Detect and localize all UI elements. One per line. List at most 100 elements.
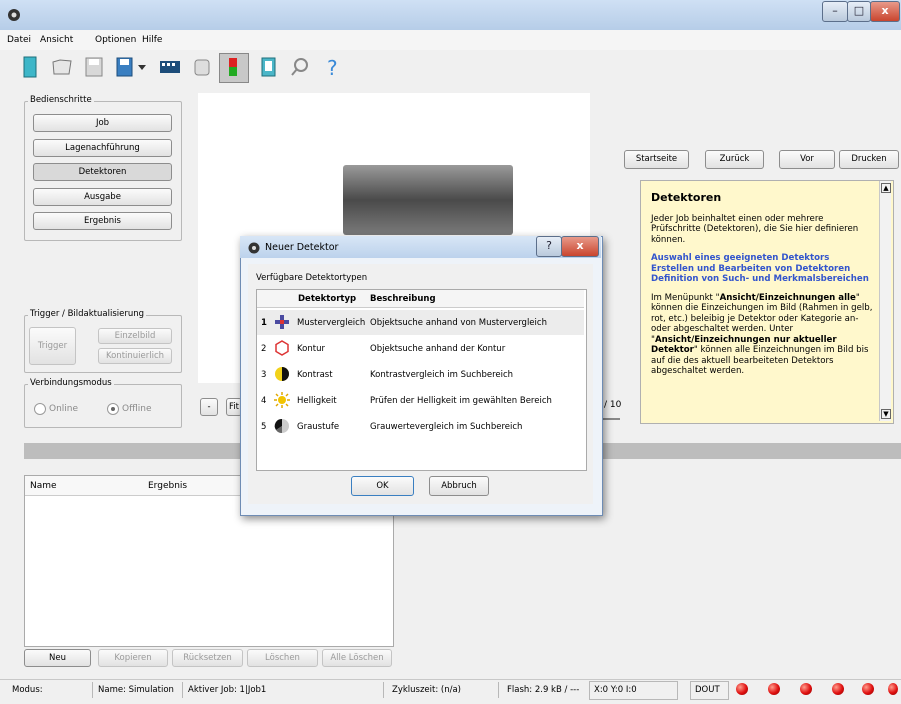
trigger-group-title: Trigger / Bildaktualisierung <box>28 309 146 319</box>
single-image-button[interactable]: Einzelbild <box>98 328 172 344</box>
camera-image <box>343 165 513 235</box>
status-led-icon <box>862 683 874 695</box>
close-button[interactable]: x <box>870 1 900 22</box>
reset-button[interactable]: Rücksetzen <box>172 649 243 667</box>
offline-radio[interactable] <box>107 403 119 415</box>
dialog-app-icon <box>248 242 260 254</box>
status-flash: Flash: 2.9 kB / --- <box>507 685 580 695</box>
row-number: 4 <box>261 396 267 406</box>
help-link-definition[interactable]: Definition von Such- und Merkmalsbereich… <box>651 274 875 285</box>
results-col-result[interactable]: Ergebnis <box>148 481 187 491</box>
cross-icon <box>275 315 289 329</box>
status-coords: X:0 Y:0 I:0 <box>594 685 637 695</box>
online-radio[interactable] <box>34 403 46 415</box>
row-description: Objektsuche anhand von Mustervergleich <box>370 318 547 328</box>
status-led-icon <box>888 683 898 695</box>
scroll-up-icon[interactable]: ▲ <box>881 183 891 193</box>
ok-button[interactable]: OK <box>351 476 414 496</box>
help-paragraph: Im Menüpunkt "Ansicht/Einzeichnungen all… <box>651 293 875 377</box>
status-name: Name: Simulation <box>98 685 174 695</box>
results-col-name[interactable]: Name <box>30 481 57 491</box>
status-led-icon <box>800 683 812 695</box>
scroll-down-icon[interactable]: ▼ <box>881 409 891 419</box>
row-number: 5 <box>261 422 267 432</box>
help-text-b: Ansicht/Einzeichnungen alle <box>719 292 856 303</box>
svg-text:?: ? <box>327 56 338 79</box>
save-icon[interactable] <box>82 55 106 79</box>
help-content: Detektoren Jeder Job beinhaltet einen od… <box>651 192 875 377</box>
home-button[interactable]: Startseite <box>624 150 689 169</box>
row-type: Helligkeit <box>297 396 337 406</box>
status-led-icon <box>768 683 780 695</box>
book-icon[interactable] <box>256 55 280 79</box>
row-number: 2 <box>261 344 267 354</box>
maximize-button[interactable]: □ <box>847 1 871 22</box>
new-file-icon[interactable] <box>18 55 42 79</box>
save-as-icon[interactable] <box>114 55 138 79</box>
search-icon[interactable] <box>288 55 312 79</box>
print-button[interactable]: Drucken <box>839 150 899 169</box>
menu-hilfe[interactable]: Hilfe <box>142 35 162 45</box>
row-type: Kontur <box>297 344 325 354</box>
menu-optionen[interactable]: Optionen <box>95 35 136 45</box>
col-detector-type[interactable]: Detektortyp <box>298 294 356 304</box>
step-job-button[interactable]: Job <box>33 114 172 132</box>
zoom-out-button[interactable]: - <box>200 398 218 416</box>
film-strip-icon[interactable] <box>158 55 182 79</box>
row-number: 1 <box>261 318 267 328</box>
camera-icon[interactable] <box>190 55 214 79</box>
help-text-a: Im Menüpunkt " <box>651 292 720 303</box>
col-description[interactable]: Beschreibung <box>370 294 436 304</box>
connection-group-title: Verbindungsmodus <box>28 378 114 388</box>
row-description: Grauwertevergleich im Suchbereich <box>370 422 523 432</box>
forward-button[interactable]: Vor <box>779 150 835 169</box>
help-scrollbar[interactable]: ▲ ▼ <box>879 181 891 421</box>
row-type: Graustufe <box>297 422 340 432</box>
help-link-edit[interactable]: Erstellen und Bearbeiten von Detektoren <box>651 264 875 275</box>
delete-all-button[interactable]: Alle Löschen <box>322 649 392 667</box>
status-separator <box>92 682 93 698</box>
slider-track[interactable] <box>600 418 620 420</box>
sun-icon <box>274 392 290 408</box>
online-label: Online <box>49 404 79 414</box>
back-button[interactable]: Zurück <box>705 150 764 169</box>
cancel-button[interactable]: Abbruch <box>429 476 489 496</box>
dialog-close-button[interactable]: x <box>561 236 599 257</box>
trigger-button[interactable]: Trigger <box>29 327 76 365</box>
app-icon <box>8 9 20 21</box>
dropdown-arrow-icon[interactable] <box>136 55 148 79</box>
step-output-button[interactable]: Ausgabe <box>33 188 172 206</box>
dialog-help-button[interactable]: ? <box>536 236 562 257</box>
offline-label: Offline <box>122 404 152 414</box>
status-led-icon <box>832 683 844 695</box>
status-separator <box>383 682 384 698</box>
half-circle-icon <box>275 367 289 381</box>
detector-icon <box>229 58 237 76</box>
help-intro: Jeder Job beinhaltet einen oder mehrere … <box>651 213 859 245</box>
step-result-button[interactable]: Ergebnis <box>33 212 172 230</box>
new-button[interactable]: Neu <box>24 649 91 667</box>
status-led-icon <box>736 683 748 695</box>
detector-types-label: Verfügbare Detektortypen <box>256 273 368 283</box>
steps-group-title: Bedienschritte <box>28 95 94 105</box>
menu-datei[interactable]: Datei <box>7 35 31 45</box>
status-separator <box>498 682 499 698</box>
step-detectors-button[interactable]: Detektoren <box>33 163 172 181</box>
step-tracking-button[interactable]: Lagenachführung <box>33 139 172 157</box>
help-icon[interactable]: ? <box>320 55 344 79</box>
menu-ansicht[interactable]: Ansicht <box>40 35 73 45</box>
copy-button[interactable]: Kopieren <box>98 649 168 667</box>
status-job: Aktiver Job: 1|Job1 <box>188 685 267 695</box>
row-description: Kontrastvergleich im Suchbereich <box>370 370 514 380</box>
delete-button[interactable]: Löschen <box>247 649 318 667</box>
hexagon-icon <box>275 340 289 356</box>
status-cycle: Zykluszeit: (n/a) <box>392 685 461 695</box>
row-description: Objektsuche anhand der Kontur <box>370 344 506 354</box>
connection-group <box>24 384 182 428</box>
open-folder-icon[interactable] <box>50 55 74 79</box>
page-counter: / 10 <box>604 400 622 410</box>
status-dout: DOUT <box>695 685 720 695</box>
continuous-button[interactable]: Kontinuierlich <box>98 348 172 364</box>
minimize-button[interactable]: – <box>822 1 848 22</box>
help-link-choose[interactable]: Auswahl eines geeigneten Detektors <box>651 253 875 264</box>
